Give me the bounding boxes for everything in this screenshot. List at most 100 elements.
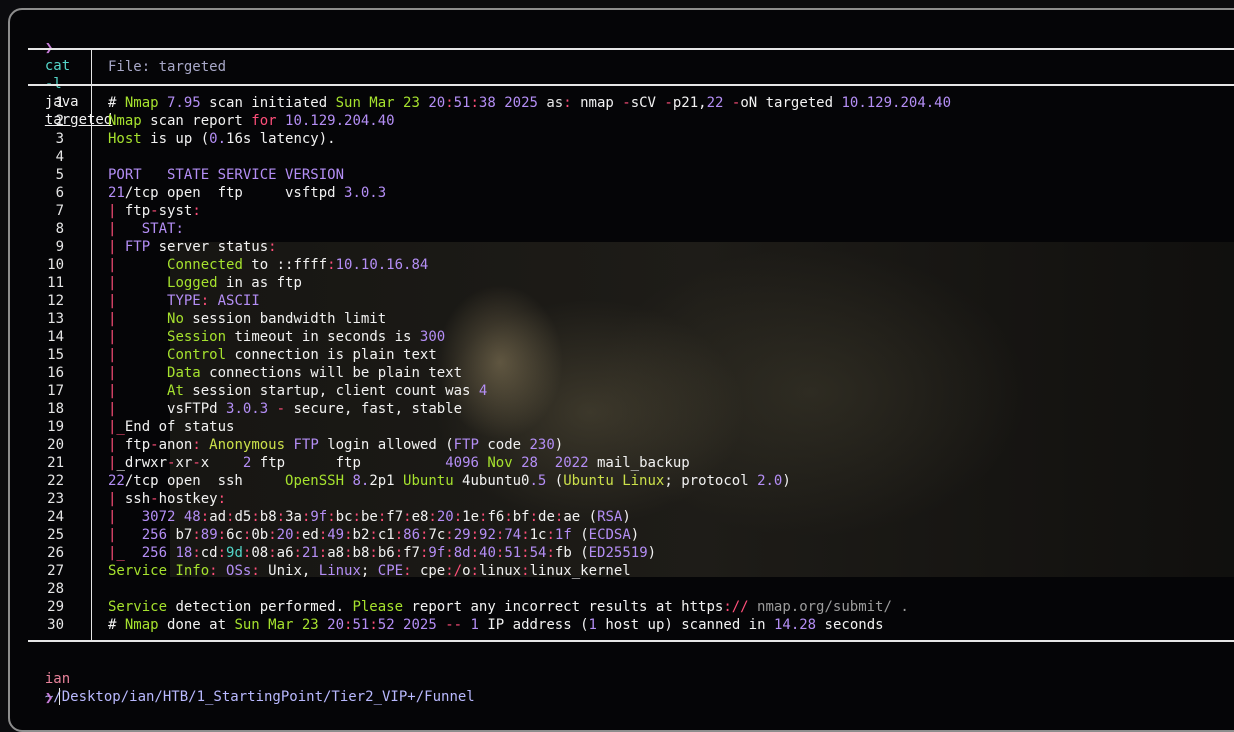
code-token: ; protocol [664,473,758,489]
code-token: 54 [529,545,547,561]
code-token: linux_kernel [529,563,631,579]
line-number: 6 [55,185,64,201]
code-token: bf [512,509,530,525]
code-token: Nmap [124,617,159,633]
code-token: ) [782,473,791,489]
code-token: b6 [377,545,395,561]
code-token: : [217,491,227,507]
command-name: cat [44,58,71,74]
code-token: FTP [453,437,479,453]
code-token: de [538,509,555,525]
code-line: | 256 b7:89:6c:0b:20:ed:49:b2:c1:86:7c:2… [108,526,639,544]
code-line: | ssh-hostkey: [108,490,226,508]
file-header-name: targeted [158,59,227,75]
code-token: .5 [529,473,547,489]
code-token: Control [167,347,227,363]
code-token: 8. [344,473,370,489]
input-line[interactable]: ❯ [28,670,61,707]
code-token: Sun Mar 23 [234,617,319,633]
code-token: Logged [167,275,218,291]
code-token: -- [436,617,463,633]
code-token: 20 [276,527,294,543]
line-number: 10 [47,257,64,273]
code-token: 7.95 [158,95,201,111]
code-token: 0b [251,527,269,543]
code-token: 9d [226,545,243,561]
code-token: f7 [403,545,420,561]
code-token: Nmap [108,113,142,129]
code-line: | vsFTPd 3.0.3 - secure, fast, stable [108,400,462,418]
code-token: : [293,527,302,543]
code-token: session startup, client count was [183,383,479,399]
code-token: report any incorrect results at https [403,599,724,615]
code-token: host up) scanned in [596,617,774,633]
code-token: 8d [453,545,471,561]
code-token: ftp [116,437,151,453]
line-number: 24 [47,509,64,525]
code-token: a6 [276,545,294,561]
code-token: Host [108,131,142,147]
code-token: : [251,509,260,525]
code-token: as [537,95,564,111]
code-token: 1 [462,617,479,633]
code-token: in as ftp [217,275,302,291]
code-token: for [251,113,277,129]
code-token: Sun Mar 23 [335,95,420,111]
code-token: |_ [108,419,125,435]
code-token: 38 [478,95,496,111]
code-line: |_End of status [108,418,234,436]
code-token: linux [478,563,522,579]
code-token: : [470,95,479,111]
code-token: scan report [141,113,252,129]
code-token: seconds [816,617,884,633]
line-number: 28 [47,581,64,597]
code-token: : [403,563,412,579]
code-token: 2p1 [369,473,404,489]
code-token: 16s latency). [226,131,336,147]
prompt-path: ~/Desktop/ian/HTB/1_StartingPoint/Tier2_… [44,689,475,705]
code-line: | Session timeout in seconds is 300 [108,328,445,346]
code-token: 4 [478,383,488,399]
code-token: 74 [504,527,522,543]
code-token: x [200,455,243,471]
code-token: : [217,527,227,543]
code-token: b8 [352,545,370,561]
code-token: ECDSA [588,527,631,543]
code-token: 48 [175,509,201,525]
line-number: 19 [47,419,64,435]
code-token: ftp [116,203,151,219]
code-token: 4096 [445,455,479,471]
code-token: 9f [310,509,328,525]
code-token: done at [158,617,235,633]
code-token: No [167,311,184,327]
code-token: At [167,383,184,399]
code-token: 2.0 [757,473,783,489]
code-token: , [698,95,707,111]
line-number: 12 [47,293,64,309]
code-token: TYPE [167,293,201,309]
code-line: |_drwxr-xr-x 2 ftp ftp 4096 Nov 28 2022 … [108,454,690,472]
code-token: :: [276,257,294,273]
code-token: f7 [386,509,404,525]
code-token: : [192,545,201,561]
code-token: b7 [167,527,193,543]
code-token: FTP [285,437,319,453]
code-token: cd [200,545,218,561]
code-token: : [318,545,328,561]
line-number: 9 [55,239,64,255]
code-token: sCV [630,95,665,111]
footer-divider [28,640,1234,642]
code-token: : [209,563,218,579]
code-token: 3072 [141,509,176,525]
code-token: _drwxr [116,455,168,471]
text-cursor[interactable] [59,688,61,705]
line-number: 29 [47,599,64,615]
code-token: : [394,545,404,561]
code-token: - [150,491,159,507]
code-token: anon [158,437,193,453]
code-token: be [360,509,378,525]
code-token: d5 [234,509,252,525]
code-token: to [242,257,277,273]
